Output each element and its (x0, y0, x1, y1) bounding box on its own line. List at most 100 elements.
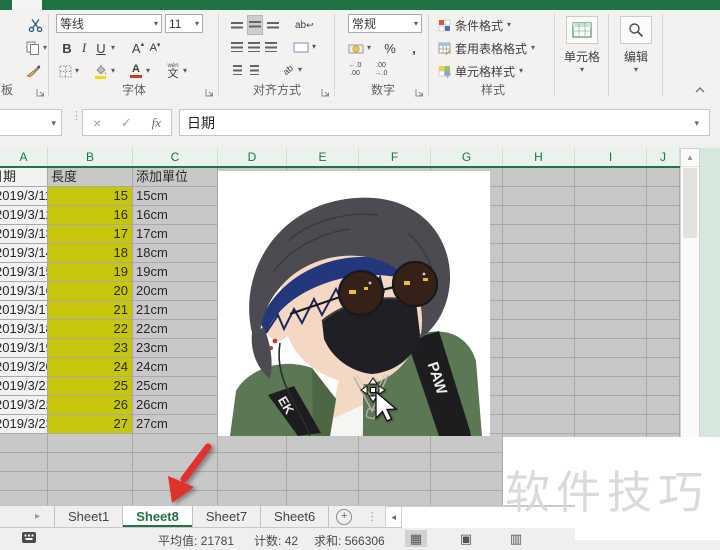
cell-B16[interactable] (48, 453, 133, 472)
italic-button[interactable]: I (77, 39, 91, 57)
cell-I5[interactable] (575, 244, 647, 263)
cell-E15[interactable] (287, 434, 359, 453)
cell-B1[interactable]: 長度 (48, 168, 133, 187)
sheet-tab-sheet6[interactable]: Sheet6 (261, 506, 330, 527)
editing-dropdown-icon[interactable]: ▾ (634, 66, 638, 74)
cell-J2[interactable] (647, 187, 680, 206)
column-header-H[interactable]: H (503, 147, 575, 166)
view-normal-icon[interactable]: ▦ (405, 530, 427, 547)
cell-I6[interactable] (575, 263, 647, 282)
cell-A5[interactable]: 2019/3/14 (0, 244, 48, 263)
cell-A13[interactable]: 2019/3/22 (0, 396, 48, 415)
align-bottom-icon[interactable] (266, 16, 280, 34)
cell-J12[interactable] (647, 377, 680, 396)
cells-button-label[interactable]: 单元格 (564, 48, 600, 65)
cut-button[interactable] (28, 16, 43, 34)
cell-C7[interactable]: 20cm (133, 282, 218, 301)
alignment-dialog-launcher-icon[interactable] (321, 88, 330, 97)
increase-decimal-button[interactable]: ←.0.00 (348, 61, 362, 79)
cell-G15[interactable] (431, 434, 503, 453)
cell-F17[interactable] (359, 472, 431, 491)
cell-G16[interactable] (431, 453, 503, 472)
cell-C1[interactable]: 添加單位 (133, 168, 218, 187)
cell-J4[interactable] (647, 225, 680, 244)
cell-A14[interactable]: 2019/3/23 (0, 415, 48, 434)
cell-A3[interactable]: 2019/3/12 (0, 206, 48, 225)
increase-indent-icon[interactable] (247, 61, 261, 79)
cell-C3[interactable]: 16cm (133, 206, 218, 225)
formula-input[interactable]: 日期 ▾ (179, 109, 710, 136)
cell-A10[interactable]: 2019/3/19 (0, 339, 48, 358)
editing-button-iconbox[interactable] (620, 16, 652, 44)
wrap-text-button[interactable]: ab ↩ (295, 16, 314, 34)
cell-A1[interactable]: 日期 (0, 168, 48, 187)
cell-I7[interactable] (575, 282, 647, 301)
cell-styles-button[interactable]: 单元格样式 ▾ (438, 61, 523, 81)
macro-record-icon[interactable] (22, 532, 36, 543)
comma-style-button[interactable]: , (407, 39, 421, 57)
editing-button-label[interactable]: 编辑 (624, 48, 648, 65)
copy-button[interactable] (26, 39, 40, 57)
cell-J11[interactable] (647, 358, 680, 377)
cell-E16[interactable] (287, 453, 359, 472)
name-box-dropdown-icon[interactable]: ▾ (51, 118, 56, 129)
view-page-layout-icon[interactable]: ▣ (455, 530, 477, 547)
cell-C6[interactable]: 19cm (133, 263, 218, 282)
cell-J7[interactable] (647, 282, 680, 301)
cell-J8[interactable] (647, 301, 680, 320)
scrollbar-thumb[interactable] (683, 168, 697, 238)
cell-J1[interactable] (647, 168, 680, 187)
hscroll-left-icon[interactable]: ◂ (385, 506, 403, 527)
sheet-tab-sheet7[interactable]: Sheet7 (193, 506, 262, 527)
format-painter-button[interactable] (26, 62, 41, 80)
cell-B6[interactable]: 19 (48, 263, 133, 282)
fill-color-dropdown-icon[interactable]: ▾ (111, 67, 115, 75)
borders-button[interactable] (58, 62, 72, 80)
underline-button[interactable]: U (94, 39, 108, 57)
cell-I8[interactable] (575, 301, 647, 320)
cell-I2[interactable] (575, 187, 647, 206)
cell-B13[interactable]: 26 (48, 396, 133, 415)
formula-bar-splitter[interactable]: ⋮ (71, 111, 82, 122)
cell-C13[interactable]: 26cm (133, 396, 218, 415)
cell-I14[interactable] (575, 415, 647, 434)
align-center-icon[interactable] (247, 38, 261, 56)
column-header-J[interactable]: J (647, 147, 680, 166)
cell-A17[interactable] (0, 472, 48, 491)
cell-H6[interactable] (503, 263, 575, 282)
cell-H4[interactable] (503, 225, 575, 244)
cell-J13[interactable] (647, 396, 680, 415)
cell-F16[interactable] (359, 453, 431, 472)
cell-I11[interactable] (575, 358, 647, 377)
cell-C12[interactable]: 25cm (133, 377, 218, 396)
cell-I12[interactable] (575, 377, 647, 396)
font-size-combobox[interactable]: 11 ▾ (165, 14, 203, 33)
cell-B14[interactable]: 27 (48, 415, 133, 434)
cell-H12[interactable] (503, 377, 575, 396)
cell-C4[interactable]: 17cm (133, 225, 218, 244)
fill-color-button[interactable] (93, 62, 108, 80)
cell-D18[interactable] (218, 491, 287, 505)
cell-H5[interactable] (503, 244, 575, 263)
font-name-combobox[interactable]: 等线 ▾ (56, 14, 162, 33)
percent-style-button[interactable]: % (383, 39, 397, 57)
cell-A18[interactable] (0, 491, 48, 505)
cell-C11[interactable]: 24cm (133, 358, 218, 377)
cell-J10[interactable] (647, 339, 680, 358)
format-as-table-button[interactable]: 套用表格格式 ▾ (438, 38, 535, 58)
font-color-button[interactable]: A (129, 62, 143, 80)
align-top-icon[interactable] (230, 16, 244, 34)
cell-H14[interactable] (503, 415, 575, 434)
collapse-ribbon-icon[interactable] (694, 86, 706, 94)
font-dialog-launcher-icon[interactable] (205, 88, 214, 97)
decrease-font-button[interactable]: A ▾ (148, 39, 162, 57)
cell-A6[interactable]: 2019/3/15 (0, 263, 48, 282)
cell-C10[interactable]: 23cm (133, 339, 218, 358)
cell-B18[interactable] (48, 491, 133, 505)
accounting-format-button[interactable] (348, 39, 364, 57)
cancel-icon[interactable]: × (93, 115, 101, 131)
tabbar-splitter[interactable]: ⋮ (359, 506, 385, 527)
scroll-up-icon[interactable]: ▴ (681, 149, 699, 167)
cell-A16[interactable] (0, 453, 48, 472)
cell-I3[interactable] (575, 206, 647, 225)
